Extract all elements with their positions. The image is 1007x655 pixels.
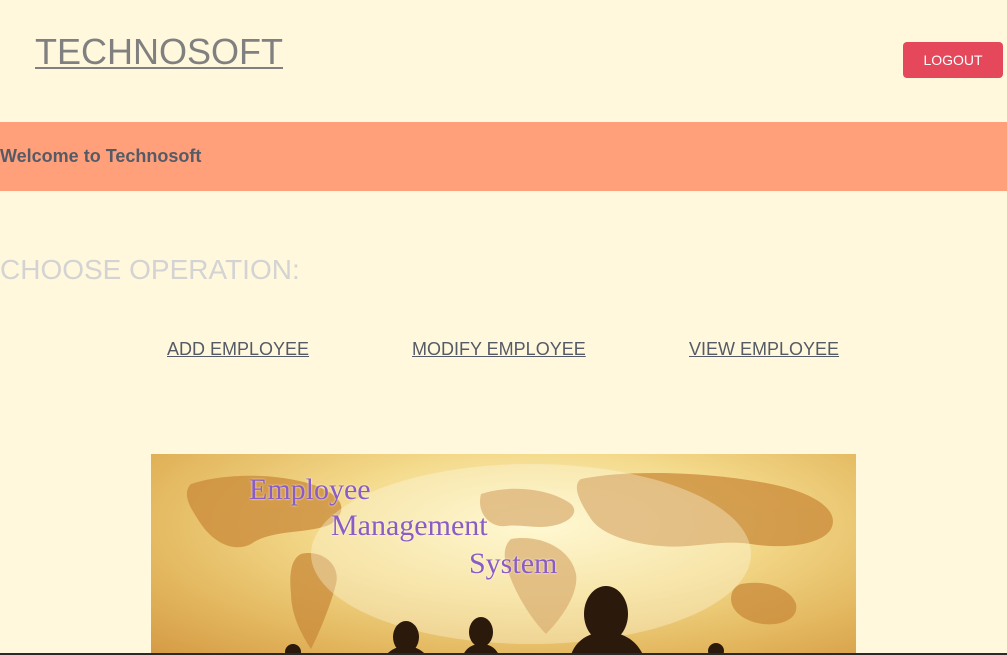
view-employee-link[interactable]: VIEW EMPLOYEE — [689, 339, 839, 359]
add-employee-link[interactable]: ADD EMPLOYEE — [167, 339, 309, 359]
modify-employee-link[interactable]: MODIFY EMPLOYEE — [412, 339, 586, 359]
welcome-text: Welcome to Technosoft — [0, 146, 202, 166]
welcome-banner: Welcome to Technosoft — [0, 122, 1007, 191]
hero-caption-line: Management — [331, 509, 488, 542]
logout-button[interactable]: LOGOUT — [903, 42, 1003, 78]
hero-image: Employee Management System — [151, 454, 856, 655]
hero-caption-line: Employee — [249, 473, 371, 506]
brand-link[interactable]: TECHNOSOFT — [35, 30, 283, 74]
hero-caption-line: System — [469, 547, 558, 580]
section-title: CHOOSE OPERATION: — [0, 254, 300, 285]
